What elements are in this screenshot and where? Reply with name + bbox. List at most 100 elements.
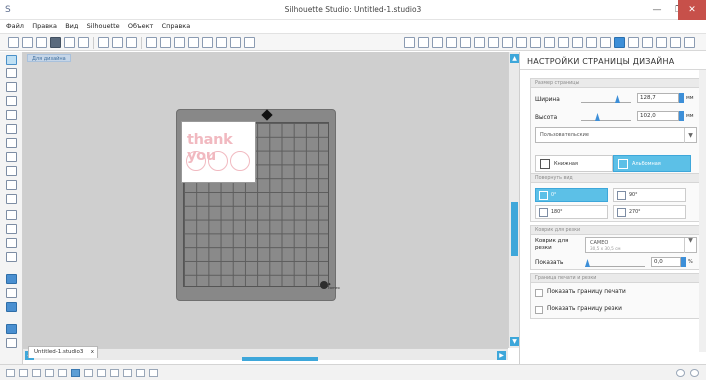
smooth-freehand-icon[interactable] xyxy=(6,194,17,204)
release-compound-icon[interactable] xyxy=(110,369,119,377)
panel-scrollbar[interactable] xyxy=(699,70,706,352)
fill-pattern-icon[interactable] xyxy=(488,37,499,48)
width-slider-knob[interactable] xyxy=(615,95,620,103)
media-icon[interactable] xyxy=(6,302,17,312)
line-style-icon[interactable] xyxy=(460,37,471,48)
design-page-icon[interactable] xyxy=(614,37,625,48)
width-slider[interactable] xyxy=(581,93,631,103)
close-tab-icon[interactable]: x xyxy=(91,347,94,358)
undo-icon[interactable] xyxy=(146,37,157,48)
width-input[interactable]: 128,7 xyxy=(637,93,679,103)
pen-icon[interactable] xyxy=(670,37,681,48)
document-tab[interactable]: Untitled-1.studio3 x xyxy=(28,346,98,358)
redo-icon[interactable] xyxy=(160,37,171,48)
scroll-up-icon[interactable]: ▲ xyxy=(510,54,519,63)
pan-hand-icon[interactable] xyxy=(174,37,185,48)
mat-opacity-knob[interactable] xyxy=(585,259,590,267)
send-icon[interactable] xyxy=(600,37,611,48)
modify-icon[interactable] xyxy=(544,37,555,48)
arc-tool-icon[interactable] xyxy=(6,166,17,176)
line-tool-icon[interactable] xyxy=(6,82,17,92)
eraser-tool-icon[interactable] xyxy=(6,238,17,248)
portrait-button[interactable]: Книжная xyxy=(535,155,613,172)
horizontal-scroll-thumb[interactable] xyxy=(242,357,318,361)
rotate-90-button[interactable]: 90° xyxy=(613,188,686,202)
copy-icon[interactable] xyxy=(112,37,123,48)
height-input[interactable]: 102,0 xyxy=(637,111,679,121)
duplicate-icon[interactable] xyxy=(45,369,54,377)
canvas-vertical-scrollbar[interactable]: ▲ ▼ xyxy=(508,52,519,348)
group-icon[interactable] xyxy=(19,369,28,377)
menu-edit[interactable]: Правка xyxy=(32,20,57,33)
zoom-select-icon[interactable] xyxy=(216,37,227,48)
menu-help[interactable]: Справка xyxy=(162,20,191,33)
design-circle[interactable] xyxy=(230,151,250,171)
ellipse-tool-icon[interactable] xyxy=(6,124,17,134)
cutting-mat-dropdown[interactable]: CAMEO 30,5 x 30,5 см ▼ xyxy=(585,237,697,253)
menu-file[interactable]: Файл xyxy=(6,20,24,33)
mat-opacity-spinner[interactable] xyxy=(681,257,686,267)
make-compound-icon[interactable] xyxy=(97,369,106,377)
cut-icon[interactable] xyxy=(98,37,109,48)
help-icon[interactable] xyxy=(690,369,699,377)
paste-icon[interactable] xyxy=(126,37,137,48)
design-circle[interactable] xyxy=(186,151,206,171)
minimize-button[interactable]: — xyxy=(646,0,668,20)
design-canvas[interactable]: Для дизайна ◆ cameo thank you xyxy=(23,52,508,348)
send-panel-icon[interactable] xyxy=(6,274,17,284)
offset-icon[interactable] xyxy=(558,37,569,48)
layers-icon[interactable] xyxy=(656,37,667,48)
flip-icon[interactable] xyxy=(149,369,158,377)
edit-points-icon[interactable] xyxy=(6,68,17,78)
close-button[interactable]: ✕ xyxy=(678,0,706,20)
design-circle[interactable] xyxy=(208,151,228,171)
menu-silhouette[interactable]: Silhouette xyxy=(87,20,120,33)
color-icon[interactable] xyxy=(432,37,443,48)
text-tool-icon[interactable] xyxy=(6,224,17,234)
curve-tool-icon[interactable] xyxy=(6,152,17,162)
line-color-icon[interactable] xyxy=(446,37,457,48)
page-size-dropdown[interactable]: Пользовательские ▼ xyxy=(535,127,697,143)
width-spinner[interactable] xyxy=(679,93,684,103)
select-tool-icon[interactable] xyxy=(6,55,17,65)
print-cut-icon[interactable] xyxy=(6,288,17,298)
rounded-rectangle-icon[interactable] xyxy=(6,110,17,120)
scroll-down-icon[interactable]: ▼ xyxy=(510,337,519,346)
print-icon[interactable] xyxy=(64,37,75,48)
circle-tool-icon[interactable] xyxy=(6,210,17,220)
replicate-icon[interactable] xyxy=(530,37,541,48)
open-icon[interactable] xyxy=(22,37,33,48)
design-page[interactable]: thank you xyxy=(181,121,256,183)
delete-icon[interactable] xyxy=(58,369,67,377)
send-to-cutter-icon[interactable] xyxy=(78,37,89,48)
knife-tool-icon[interactable] xyxy=(6,252,17,262)
mat-opacity-input[interactable]: 0,0 xyxy=(651,257,681,267)
zoom-in-icon[interactable] xyxy=(188,37,199,48)
rectangle-tool-icon[interactable] xyxy=(6,96,17,106)
cut-border-checkbox[interactable] xyxy=(535,306,543,314)
store-panel-icon[interactable] xyxy=(6,338,17,348)
bring-forward-icon[interactable] xyxy=(71,369,80,377)
offset-quick-icon[interactable] xyxy=(136,369,145,377)
transform-icon[interactable] xyxy=(516,37,527,48)
grid-settings-icon[interactable] xyxy=(418,37,429,48)
height-slider[interactable] xyxy=(581,111,631,121)
polygon-tool-icon[interactable] xyxy=(6,138,17,148)
text-style-icon[interactable] xyxy=(502,37,513,48)
vertical-scroll-thumb[interactable] xyxy=(511,202,518,256)
landscape-button[interactable]: Альбомная xyxy=(613,155,691,172)
send-backward-icon[interactable] xyxy=(84,369,93,377)
rotate-180-button[interactable]: 180° xyxy=(535,205,608,219)
settings-gear-icon[interactable] xyxy=(676,369,685,377)
new-document-icon[interactable] xyxy=(8,37,19,48)
rotate-270-button[interactable]: 270° xyxy=(613,205,686,219)
scroll-right-icon[interactable]: ▶ xyxy=(497,351,506,360)
fill-icon[interactable] xyxy=(474,37,485,48)
trace-icon[interactable] xyxy=(572,37,583,48)
page-setup-icon[interactable] xyxy=(404,37,415,48)
select-all-icon[interactable] xyxy=(6,369,15,377)
grid-icon[interactable] xyxy=(244,37,255,48)
height-slider-knob[interactable] xyxy=(595,113,600,121)
rotate-0-button[interactable]: 0° xyxy=(535,188,608,202)
print-border-checkbox[interactable] xyxy=(535,289,543,297)
